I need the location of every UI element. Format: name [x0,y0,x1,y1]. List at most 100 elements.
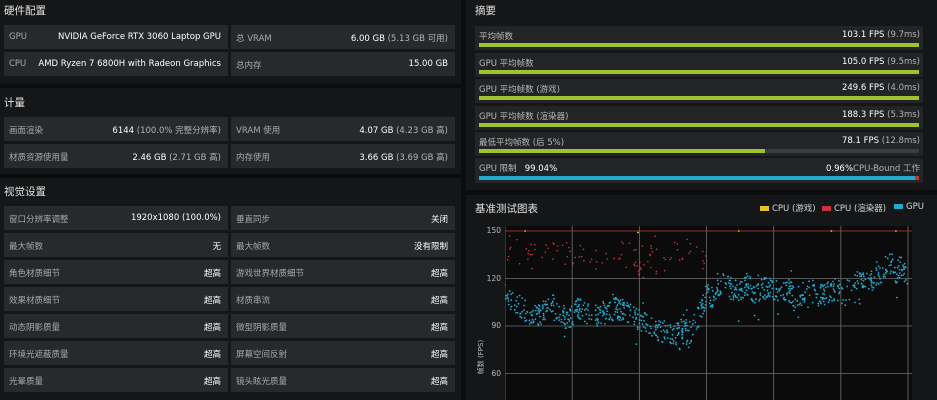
hw-vram-cell: 总 VRAM 6.00 GB (5.13 GB 可用) [231,25,455,49]
summary-bar-fill [479,43,919,47]
gpu-point [616,298,618,300]
gpu-point [666,324,669,327]
cpu-render-point [695,246,698,248]
cpu-render-point [620,253,623,256]
gpu-point [635,307,638,310]
gpu-point [727,282,730,284]
gpu-point [819,286,822,288]
gpu-point [767,292,770,295]
cpu-render-point [636,265,638,267]
gpu-point [614,296,617,299]
gpu-point [519,315,522,318]
cpu-render-point [676,248,679,251]
cpu-render-point [643,263,645,266]
hw-vram-label: 总 VRAM [236,34,272,44]
gpu-point [766,289,769,292]
gpu-point [555,317,558,320]
gpu-point [669,323,672,326]
gpu-point [750,287,753,290]
gpu-point [604,322,606,325]
cpu-render-point [529,253,532,256]
cpu-render-point [527,258,529,260]
gpu-point [602,314,604,317]
gpu-point [870,284,873,286]
metric-render-label: 画面渲染 [9,126,44,136]
gpu-point [788,278,790,281]
cpu-render-point [663,269,666,272]
gpu-point [886,257,889,260]
gpu-point [580,310,583,313]
hw-gpu-label: GPU [9,32,27,42]
gpu-point [576,297,579,300]
cpu-render-point [544,251,547,253]
visual-setting-value: 超高 [430,377,448,387]
gpu-point [755,284,758,287]
gpu-point [827,285,829,288]
gpu-point [532,320,535,323]
cpu-render-point [566,241,568,244]
cpu-game-point [830,230,833,232]
gpu-point [568,318,570,321]
cpu-render-point [518,262,521,265]
gpu-point [895,296,898,299]
visual-setting-label: 窗口分辨率调整 [9,215,69,225]
gpu-point [553,297,555,300]
gpu-point [549,308,552,311]
gpu-point [581,314,584,317]
gpu-point [739,280,742,283]
hw-gpu-cell: GPU NVIDIA GeForce RTX 3060 Laptop GPU [4,25,228,49]
gpu-point [680,321,683,323]
gpu-point [699,301,702,304]
gpu-point [513,308,516,311]
gpu-point [745,272,748,275]
cpu-render-point [670,257,672,259]
gpu-point [653,332,656,335]
gpu-point [622,301,624,304]
visual-setting-right-0: 垂直同步 关闭 [231,206,455,230]
gpu-point [833,283,835,286]
visual-setting-value: 超高 [430,323,448,333]
gpu-point [579,318,582,320]
gpu-point [794,306,797,309]
gpu-point [848,298,851,301]
gpu-point [715,286,718,289]
gpu-point [893,266,896,269]
gpu-point [602,302,605,305]
gpu-point [822,300,825,303]
gpu-limit-row: GPU 限制 99.04% 0.96%CPU-Bound 工作 [475,158,923,183]
gpu-point [572,323,574,326]
gpu-point [745,283,747,286]
gpu-point [616,308,619,311]
gpu-point [665,329,668,332]
summary-bar-fill [479,122,919,127]
cpu-render-point [617,258,620,260]
gpu-point [594,314,597,316]
gpu-point [796,300,799,302]
visual-setting-left-2: 角色材质细节 超高 [4,260,228,284]
gpu-point [763,294,766,296]
gpu-point [825,296,828,299]
gpu-point [596,325,599,327]
gpu-point [733,288,736,291]
gpu-point [553,319,556,322]
gpu-point [875,267,878,270]
visual-setting-label: 微型阴影质量 [236,323,288,333]
cpu-render-point [545,244,547,246]
summary-label: GPU 平均帧数 (游戏) [479,85,560,95]
gpu-point [740,296,742,299]
gpu-point [659,321,662,324]
gpu-limit-fill [479,176,915,180]
gpu-point [730,276,732,279]
gpu-point [603,312,606,314]
gpu-point [528,319,531,322]
visual-setting-left-3: 效果材质细节 超高 [4,287,228,311]
gpu-point [660,330,663,333]
gpu-point [797,285,800,288]
hw-ram-cell: 总内存 15.00 GB [231,52,455,76]
summary-label: GPU 平均帧数 [479,58,534,69]
gpu-point [819,300,822,303]
gpu-point [768,285,771,288]
cpu-render-point [649,254,652,257]
gpu-point [638,309,640,311]
gpu-point [633,320,636,323]
